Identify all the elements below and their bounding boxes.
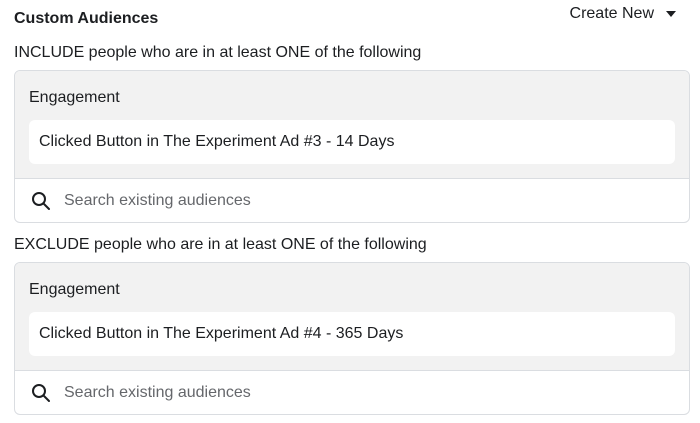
- include-selected-group: Engagement Clicked Button in The Experim…: [15, 71, 689, 179]
- include-audience-chip[interactable]: Clicked Button in The Experiment Ad #3 -…: [29, 120, 675, 164]
- include-search-placeholder: Search existing audiences: [64, 192, 251, 209]
- exclude-group-title: Engagement: [29, 281, 120, 298]
- exclude-search-placeholder: Search existing audiences: [64, 384, 251, 401]
- caret-down-icon: [666, 11, 676, 17]
- include-group-title: Engagement: [29, 89, 120, 106]
- exclude-label: EXCLUDE people who are in at least ONE o…: [14, 236, 427, 253]
- create-new-dropdown[interactable]: Create New: [570, 3, 676, 25]
- create-new-label: Create New: [569, 5, 654, 22]
- exclude-box: Engagement Clicked Button in The Experim…: [14, 262, 690, 415]
- include-box: Engagement Clicked Button in The Experim…: [14, 70, 690, 223]
- include-label: INCLUDE people who are in at least ONE o…: [14, 44, 422, 61]
- exclude-audience-chip[interactable]: Clicked Button in The Experiment Ad #4 -…: [29, 312, 675, 356]
- search-icon: [32, 384, 50, 402]
- custom-audiences-panel: Custom Audiences Create New INCLUDE peop…: [0, 0, 700, 423]
- exclude-search-input[interactable]: Search existing audiences: [15, 371, 689, 414]
- section-title: Custom Audiences: [14, 10, 159, 27]
- search-icon: [32, 192, 50, 210]
- exclude-selected-group: Engagement Clicked Button in The Experim…: [15, 263, 689, 371]
- include-search-input[interactable]: Search existing audiences: [15, 179, 689, 222]
